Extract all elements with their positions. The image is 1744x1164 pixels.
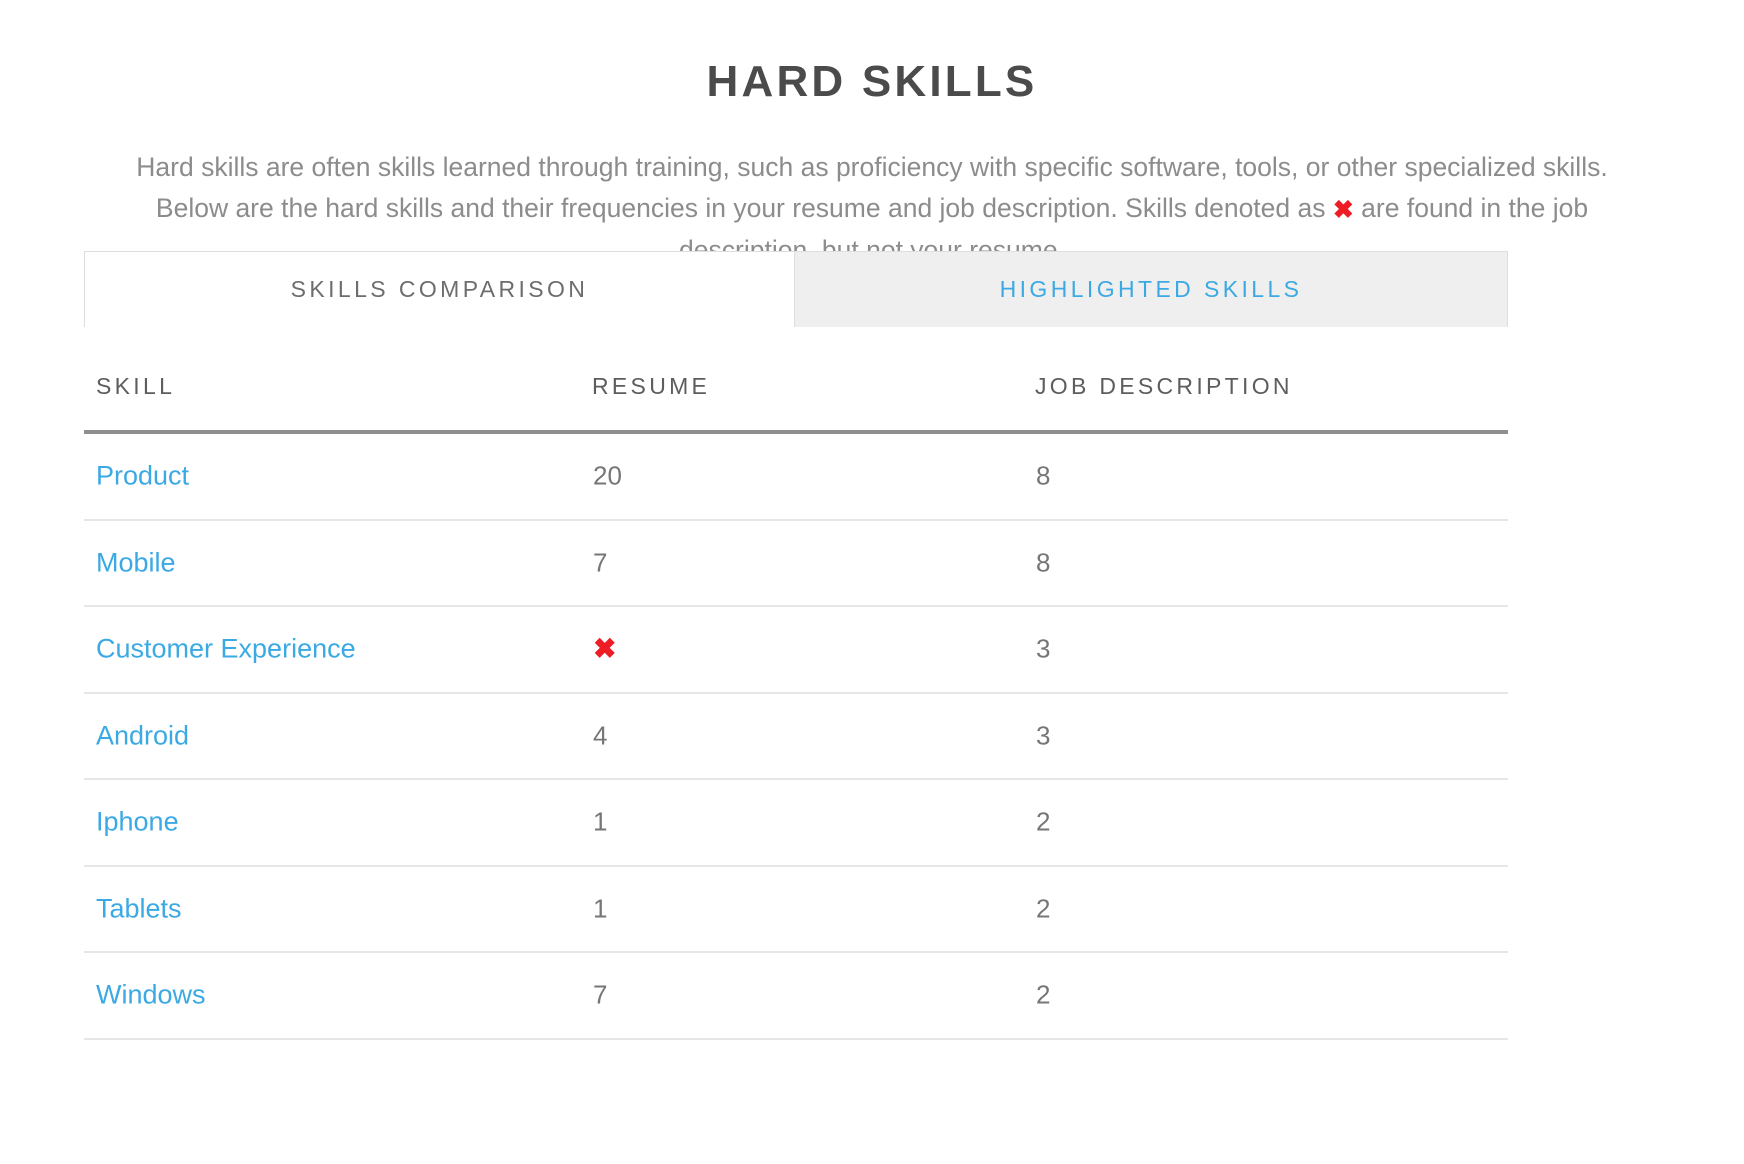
table-header-row: SKILL RESUME JOB DESCRIPTION	[84, 327, 1508, 430]
table-row: Product 20 8	[84, 434, 1508, 521]
resume-count: 1	[593, 893, 608, 924]
table-row: Mobile 7 8	[84, 521, 1508, 607]
table-row: Tablets 1 2	[84, 867, 1508, 953]
skill-link[interactable]: Windows	[96, 980, 206, 1011]
resume-count: 20	[593, 460, 622, 491]
job-description-count: 8	[1036, 547, 1051, 578]
column-header-skill: SKILL	[96, 373, 176, 399]
skills-table: SKILL RESUME JOB DESCRIPTION Product 20 8 M…	[84, 327, 1508, 1040]
job-description-count: 3	[1036, 633, 1051, 664]
table-row: Customer Experience ✖ 3	[84, 607, 1508, 694]
column-header-job-description: JOB DESCRIPTION	[1035, 373, 1293, 399]
skill-link[interactable]: Customer Experience	[96, 634, 356, 665]
tab-skills-comparison[interactable]: SKILLS COMPARISON	[85, 252, 794, 327]
skill-link[interactable]: Android	[96, 720, 189, 751]
tab-bar: SKILLS COMPARISON HIGHLIGHTED SKILLS	[84, 251, 1508, 327]
skill-link[interactable]: Tablets	[96, 893, 182, 924]
resume-missing-x-icon: ✖	[593, 633, 617, 665]
job-description-count: 8	[1036, 460, 1051, 491]
skill-link[interactable]: Product	[96, 461, 189, 492]
job-description-count: 2	[1036, 806, 1051, 837]
job-description-count: 3	[1036, 720, 1051, 751]
column-header-resume: RESUME	[592, 373, 711, 399]
skill-link[interactable]: Iphone	[96, 807, 179, 838]
resume-count: 7	[593, 547, 608, 578]
resume-count: 7	[593, 979, 608, 1010]
job-description-count: 2	[1036, 979, 1051, 1010]
x-mark-icon: ✖	[1332, 195, 1354, 224]
table-row: Android 4 3	[84, 694, 1508, 780]
resume-count: 1	[593, 806, 608, 837]
table-body: Product 20 8 Mobile 7 8 Customer Experience ✖ 3 A…	[84, 434, 1508, 1040]
table-row: Windows 7 2	[84, 953, 1508, 1040]
tab-highlighted-skills-label: HIGHLIGHTED SKILLS	[999, 276, 1303, 302]
hard-skills-page: HARD SKILLS Hard skills are often skills…	[0, 0, 1744, 1164]
tab-highlighted-skills[interactable]: HIGHLIGHTED SKILLS	[794, 252, 1507, 327]
tab-skills-comparison-label: SKILLS COMPARISON	[290, 276, 589, 302]
table-row: Iphone 1 2	[84, 780, 1508, 867]
resume-count: 4	[593, 720, 608, 751]
skill-link[interactable]: Mobile	[96, 547, 176, 578]
job-description-count: 2	[1036, 893, 1051, 924]
page-title: HARD SKILLS	[706, 57, 1038, 107]
